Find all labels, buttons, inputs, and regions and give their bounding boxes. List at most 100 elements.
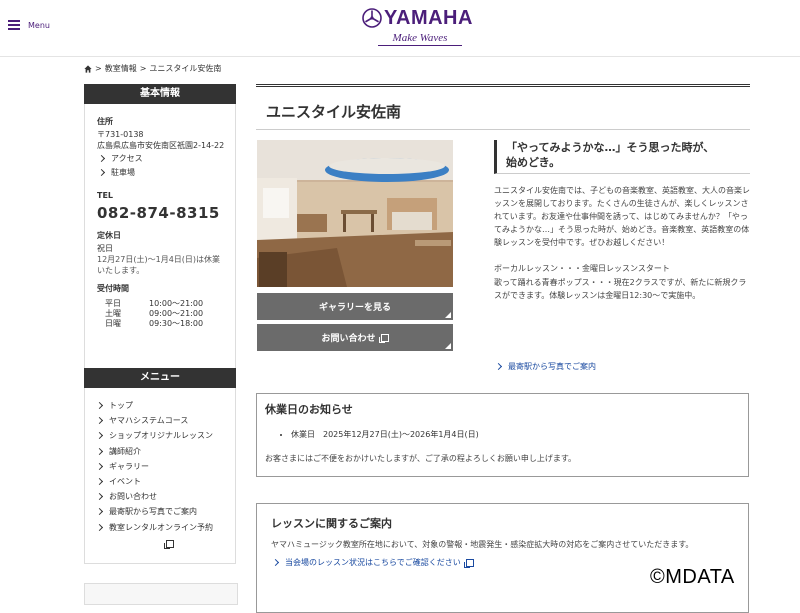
chevron-right-icon xyxy=(97,168,106,177)
menu-item-label: イベント xyxy=(109,477,141,487)
contact-button-label: お問い合わせ xyxy=(321,334,376,344)
breadcrumb: > 教室情報 > ユニスタイル安佐南 xyxy=(84,63,221,74)
hours-label: 受付時間 xyxy=(97,284,129,293)
address-label: 住所 xyxy=(97,117,113,126)
catch-heading: 「やってみようかな…」そう思った時が、 始めどき。 xyxy=(494,140,750,174)
gallery-button[interactable]: ギャラリーを見る xyxy=(257,293,453,320)
access-link[interactable]: アクセス xyxy=(97,153,225,164)
tel-number[interactable]: 082-874-8315 xyxy=(97,204,225,222)
menu-heading: メニュー xyxy=(84,368,236,388)
page-title: ユニスタイル安佐南 xyxy=(266,103,402,121)
holiday-label: 定休日 xyxy=(97,231,121,240)
gallery-button-label: ギャラリーを見る xyxy=(318,303,391,313)
watermark: ©MDATA xyxy=(650,566,735,588)
access-link-label: アクセス xyxy=(111,154,143,163)
menu-item-label: ショップオリジナルレッスン xyxy=(109,431,213,441)
home-icon[interactable] xyxy=(84,64,92,73)
menu-item-label: 最寄駅から写真でご案内 xyxy=(109,507,197,517)
holiday-notice: 休業日のお知らせ 休業日 2025年12月27日(土)～2026年1月4日(日)… xyxy=(256,393,749,477)
corner-arrow-icon xyxy=(445,312,451,318)
menu-item-label: お問い合わせ xyxy=(109,492,157,502)
menu-label: Menu xyxy=(28,20,50,30)
contact-button[interactable]: お問い合わせ xyxy=(257,324,453,351)
menu-item-room-rental[interactable]: 教室レンタルオンライン予約 xyxy=(95,520,227,549)
breadcrumb-item[interactable]: 教室情報 xyxy=(105,63,137,74)
chevron-right-icon xyxy=(271,558,280,567)
hours-day: 土曜 xyxy=(105,309,121,318)
sidebar-bottom-panel xyxy=(84,583,238,605)
brand-tagline: Make Waves xyxy=(378,32,462,46)
station-guide-link-label: 最寄駅から写真でご案内 xyxy=(508,362,596,371)
notice-item: 休業日 2025年12月27日(土)～2026年1月4日(日) xyxy=(291,429,740,440)
postal-code: 〒731-0138 xyxy=(97,130,144,139)
parking-link-label: 駐車場 xyxy=(111,168,135,177)
info-heading: 基本情報 xyxy=(84,84,236,104)
menu-item-station-guide[interactable]: 最寄駅から写真でご案内 xyxy=(95,504,227,519)
notice-title: 休業日のお知らせ xyxy=(265,403,353,416)
chevron-right-icon xyxy=(494,362,503,371)
menu-item-label: ギャラリー xyxy=(109,461,149,471)
lesson-info-box: レッスンに関するご案内 ヤマハミュージック教室所在地において、対象の警報・地震発… xyxy=(256,503,749,613)
external-link-icon xyxy=(463,558,474,568)
menu-item-yamaha-system-course[interactable]: ヤマハシステムコース xyxy=(95,413,227,428)
holiday-note: 12月27日(土)～1月4日(日)は休業いたします。 xyxy=(97,255,221,275)
breadcrumb-separator: > xyxy=(95,64,102,73)
menu-item-label: ヤマハシステムコース xyxy=(109,416,189,426)
holiday-text: 祝日 xyxy=(97,244,113,253)
lesson-info-title: レッスンに関するご案内 xyxy=(271,517,392,530)
menu-item-gallery[interactable]: ギャラリー xyxy=(95,459,227,474)
hours-time: 09:30～18:00 xyxy=(149,319,204,328)
classroom-photo xyxy=(257,140,453,287)
page-title-block: ユニスタイル安佐南 xyxy=(256,84,750,130)
description-line: 歌って踊れる青春ポップス・・・現在2クラスですが、新たに新規クラスができます。体… xyxy=(494,277,747,300)
chevron-right-icon xyxy=(95,477,104,486)
hours-table: 平日 10:00～21:00 土曜 09:00～21:00 日曜 09:30～18:0… xyxy=(105,299,225,329)
notice-message: お客さまにはご不便をおかけいたしますが、ご了承の程よろしくお願い申し上げます。 xyxy=(265,454,577,463)
brand-name: YAMAHA xyxy=(384,7,473,29)
external-link-icon xyxy=(378,333,389,343)
chevron-right-icon xyxy=(97,154,106,163)
yamaha-logo[interactable]: YAMAHA Make Waves xyxy=(362,6,472,50)
menu-list: トップ ヤマハシステムコース ショップオリジナルレッスン 講師紹介 ギャラリー … xyxy=(84,388,236,564)
site-header: Menu YAMAHA Make Waves xyxy=(0,0,800,57)
menu-item-teachers[interactable]: 講師紹介 xyxy=(95,444,227,459)
menu-item-contact[interactable]: お問い合わせ xyxy=(95,489,227,504)
menu-item-events[interactable]: イベント xyxy=(95,474,227,489)
description: ユニスタイル安佐南では、子どもの音楽教室、英語教室、大人の音楽レッスンを展開して… xyxy=(494,184,752,302)
menu-item-label: トップ xyxy=(109,401,133,411)
menu-item-label: 教室レンタルオンライン予約 xyxy=(109,522,213,532)
description-line: ボーカルレッスン・・・金曜日レッスンスタート xyxy=(494,264,670,274)
hours-time: 10:00～21:00 xyxy=(149,299,204,308)
menu-item-top[interactable]: トップ xyxy=(95,398,227,413)
chevron-right-icon xyxy=(95,402,104,410)
hours-day: 平日 xyxy=(105,299,121,308)
catch-line: 「やってみようかな…」そう思った時が、 xyxy=(506,141,715,154)
description-paragraph: ユニスタイル安佐南では、子どもの音楽教室、英語教室、大人の音楽レッスンを展開して… xyxy=(494,186,750,248)
lesson-info-text: ヤマハミュージック教室所在地において、対象の警報・地震発生・感染症拡大時の対応を… xyxy=(271,540,694,549)
tuning-fork-logo-icon xyxy=(362,8,382,28)
notice-list: 休業日 2025年12月27日(土)～2026年1月4日(日) xyxy=(265,429,740,440)
station-guide-link[interactable]: 最寄駅から写真でご案内 xyxy=(494,361,596,372)
breadcrumb-separator: > xyxy=(139,64,147,73)
corner-arrow-icon xyxy=(445,343,451,349)
menu-item-original-lessons[interactable]: ショップオリジナルレッスン xyxy=(95,428,227,443)
info-body: 住所 〒731-0138 広島県広島市安佐南区祇園2-14-22 アクセス 駐車… xyxy=(84,104,236,372)
chevron-right-icon xyxy=(95,508,104,516)
external-link-icon xyxy=(164,539,174,549)
menu-item-label: 講師紹介 xyxy=(109,446,141,456)
menu-button[interactable]: Menu xyxy=(8,20,50,30)
menu-panel: メニュー トップ ヤマハシステムコース ショップオリジナルレッスン 講師紹介 ギ… xyxy=(84,368,236,564)
chevron-right-icon xyxy=(95,462,104,470)
chevron-right-icon xyxy=(95,432,104,440)
catch-line: 始めどき。 xyxy=(506,156,561,169)
hours-day: 日曜 xyxy=(105,319,121,328)
hamburger-icon xyxy=(8,20,20,30)
hours-time: 09:00～21:00 xyxy=(149,309,204,318)
parking-link[interactable]: 駐車場 xyxy=(97,167,225,178)
lesson-status-link-label: 当会場のレッスン状況はこちらでご確認ください xyxy=(285,558,461,567)
chevron-right-icon xyxy=(95,523,104,531)
chevron-right-icon xyxy=(95,417,104,425)
tel-label: TEL xyxy=(97,191,114,200)
chevron-right-icon xyxy=(95,493,104,501)
breadcrumb-current: ユニスタイル安佐南 xyxy=(149,64,222,73)
